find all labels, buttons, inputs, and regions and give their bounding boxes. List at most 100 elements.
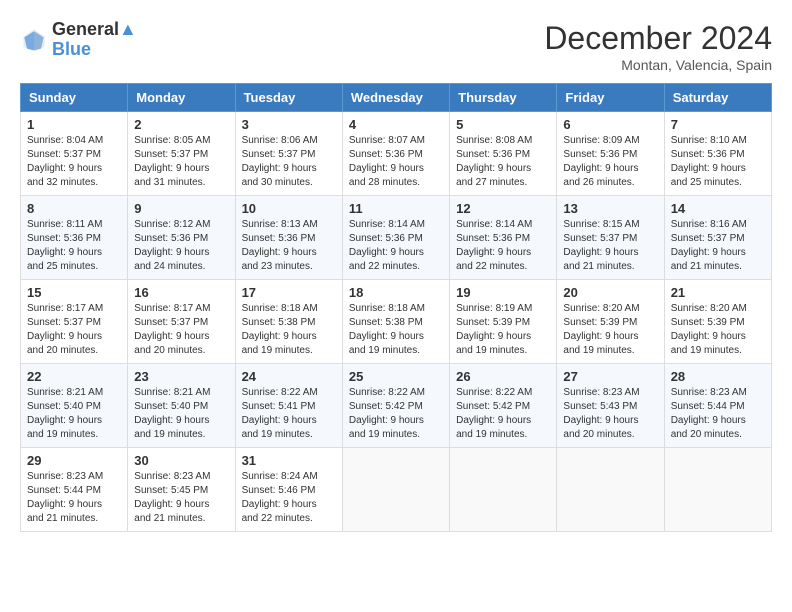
calendar-day-cell: 31 Sunrise: 8:24 AM Sunset: 5:46 PM Dayl… [235,448,342,532]
calendar-day-cell: 11 Sunrise: 8:14 AM Sunset: 5:36 PM Dayl… [342,196,449,280]
calendar-weekday-header: Saturday [664,84,771,112]
day-number: 15 [27,285,121,300]
day-info: Sunrise: 8:20 AM Sunset: 5:39 PM Dayligh… [563,302,657,358]
day-number: 30 [134,453,228,468]
day-info: Sunrise: 8:11 AM Sunset: 5:36 PM Dayligh… [27,218,121,274]
calendar-day-cell: 7 Sunrise: 8:10 AM Sunset: 5:36 PM Dayli… [664,112,771,196]
calendar-day-cell: 24 Sunrise: 8:22 AM Sunset: 5:41 PM Dayl… [235,364,342,448]
day-number: 23 [134,369,228,384]
day-number: 9 [134,201,228,216]
day-number: 13 [563,201,657,216]
day-info: Sunrise: 8:14 AM Sunset: 5:36 PM Dayligh… [349,218,443,274]
calendar-day-cell: 9 Sunrise: 8:12 AM Sunset: 5:36 PM Dayli… [128,196,235,280]
day-info: Sunrise: 8:17 AM Sunset: 5:37 PM Dayligh… [27,302,121,358]
day-info: Sunrise: 8:23 AM Sunset: 5:43 PM Dayligh… [563,386,657,442]
calendar-day-cell: 26 Sunrise: 8:22 AM Sunset: 5:42 PM Dayl… [450,364,557,448]
calendar-week-row: 1 Sunrise: 8:04 AM Sunset: 5:37 PM Dayli… [21,112,772,196]
day-info: Sunrise: 8:23 AM Sunset: 5:44 PM Dayligh… [27,470,121,526]
day-info: Sunrise: 8:15 AM Sunset: 5:37 PM Dayligh… [563,218,657,274]
day-number: 6 [563,117,657,132]
calendar-week-row: 29 Sunrise: 8:23 AM Sunset: 5:44 PM Dayl… [21,448,772,532]
calendar-day-cell: 15 Sunrise: 8:17 AM Sunset: 5:37 PM Dayl… [21,280,128,364]
calendar-day-cell: 1 Sunrise: 8:04 AM Sunset: 5:37 PM Dayli… [21,112,128,196]
calendar-day-cell: 5 Sunrise: 8:08 AM Sunset: 5:36 PM Dayli… [450,112,557,196]
calendar-day-cell: 18 Sunrise: 8:18 AM Sunset: 5:38 PM Dayl… [342,280,449,364]
day-info: Sunrise: 8:12 AM Sunset: 5:36 PM Dayligh… [134,218,228,274]
calendar-header-row: SundayMondayTuesdayWednesdayThursdayFrid… [21,84,772,112]
day-number: 21 [671,285,765,300]
calendar-day-cell: 8 Sunrise: 8:11 AM Sunset: 5:36 PM Dayli… [21,196,128,280]
calendar-day-cell: 17 Sunrise: 8:18 AM Sunset: 5:38 PM Dayl… [235,280,342,364]
day-number: 1 [27,117,121,132]
day-info: Sunrise: 8:17 AM Sunset: 5:37 PM Dayligh… [134,302,228,358]
day-number: 14 [671,201,765,216]
day-number: 29 [27,453,121,468]
calendar: SundayMondayTuesdayWednesdayThursdayFrid… [20,83,772,532]
calendar-day-cell: 19 Sunrise: 8:19 AM Sunset: 5:39 PM Dayl… [450,280,557,364]
day-info: Sunrise: 8:04 AM Sunset: 5:37 PM Dayligh… [27,134,121,190]
calendar-day-cell [450,448,557,532]
day-number: 31 [242,453,336,468]
day-info: Sunrise: 8:07 AM Sunset: 5:36 PM Dayligh… [349,134,443,190]
calendar-weekday-header: Tuesday [235,84,342,112]
calendar-week-row: 22 Sunrise: 8:21 AM Sunset: 5:40 PM Dayl… [21,364,772,448]
calendar-day-cell: 27 Sunrise: 8:23 AM Sunset: 5:43 PM Dayl… [557,364,664,448]
calendar-weekday-header: Thursday [450,84,557,112]
calendar-day-cell: 25 Sunrise: 8:22 AM Sunset: 5:42 PM Dayl… [342,364,449,448]
calendar-day-cell: 29 Sunrise: 8:23 AM Sunset: 5:44 PM Dayl… [21,448,128,532]
day-number: 16 [134,285,228,300]
day-number: 18 [349,285,443,300]
calendar-day-cell: 6 Sunrise: 8:09 AM Sunset: 5:36 PM Dayli… [557,112,664,196]
day-number: 2 [134,117,228,132]
calendar-day-cell: 2 Sunrise: 8:05 AM Sunset: 5:37 PM Dayli… [128,112,235,196]
day-number: 4 [349,117,443,132]
day-info: Sunrise: 8:05 AM Sunset: 5:37 PM Dayligh… [134,134,228,190]
calendar-day-cell: 20 Sunrise: 8:20 AM Sunset: 5:39 PM Dayl… [557,280,664,364]
day-info: Sunrise: 8:14 AM Sunset: 5:36 PM Dayligh… [456,218,550,274]
day-info: Sunrise: 8:24 AM Sunset: 5:46 PM Dayligh… [242,470,336,526]
calendar-weekday-header: Sunday [21,84,128,112]
day-info: Sunrise: 8:21 AM Sunset: 5:40 PM Dayligh… [27,386,121,442]
calendar-day-cell: 10 Sunrise: 8:13 AM Sunset: 5:36 PM Dayl… [235,196,342,280]
day-number: 26 [456,369,550,384]
calendar-day-cell [557,448,664,532]
day-info: Sunrise: 8:10 AM Sunset: 5:36 PM Dayligh… [671,134,765,190]
calendar-weekday-header: Monday [128,84,235,112]
logo-text: General▲ Blue [52,20,137,60]
day-info: Sunrise: 8:13 AM Sunset: 5:36 PM Dayligh… [242,218,336,274]
day-info: Sunrise: 8:22 AM Sunset: 5:42 PM Dayligh… [349,386,443,442]
calendar-day-cell: 21 Sunrise: 8:20 AM Sunset: 5:39 PM Dayl… [664,280,771,364]
day-number: 22 [27,369,121,384]
day-number: 20 [563,285,657,300]
day-number: 7 [671,117,765,132]
logo-icon [20,26,48,54]
day-number: 27 [563,369,657,384]
day-info: Sunrise: 8:18 AM Sunset: 5:38 PM Dayligh… [242,302,336,358]
day-info: Sunrise: 8:23 AM Sunset: 5:45 PM Dayligh… [134,470,228,526]
calendar-day-cell: 23 Sunrise: 8:21 AM Sunset: 5:40 PM Dayl… [128,364,235,448]
month-title: December 2024 [544,20,772,57]
calendar-day-cell: 13 Sunrise: 8:15 AM Sunset: 5:37 PM Dayl… [557,196,664,280]
calendar-day-cell: 16 Sunrise: 8:17 AM Sunset: 5:37 PM Dayl… [128,280,235,364]
day-number: 3 [242,117,336,132]
calendar-day-cell: 12 Sunrise: 8:14 AM Sunset: 5:36 PM Dayl… [450,196,557,280]
day-number: 25 [349,369,443,384]
day-number: 11 [349,201,443,216]
calendar-week-row: 15 Sunrise: 8:17 AM Sunset: 5:37 PM Dayl… [21,280,772,364]
day-info: Sunrise: 8:16 AM Sunset: 5:37 PM Dayligh… [671,218,765,274]
day-info: Sunrise: 8:19 AM Sunset: 5:39 PM Dayligh… [456,302,550,358]
day-number: 17 [242,285,336,300]
day-info: Sunrise: 8:06 AM Sunset: 5:37 PM Dayligh… [242,134,336,190]
day-info: Sunrise: 8:18 AM Sunset: 5:38 PM Dayligh… [349,302,443,358]
day-number: 10 [242,201,336,216]
day-info: Sunrise: 8:22 AM Sunset: 5:41 PM Dayligh… [242,386,336,442]
day-number: 8 [27,201,121,216]
calendar-day-cell: 4 Sunrise: 8:07 AM Sunset: 5:36 PM Dayli… [342,112,449,196]
page-header: General▲ Blue December 2024 Montan, Vale… [20,20,772,73]
day-info: Sunrise: 8:20 AM Sunset: 5:39 PM Dayligh… [671,302,765,358]
day-number: 12 [456,201,550,216]
day-number: 5 [456,117,550,132]
day-info: Sunrise: 8:23 AM Sunset: 5:44 PM Dayligh… [671,386,765,442]
calendar-day-cell: 28 Sunrise: 8:23 AM Sunset: 5:44 PM Dayl… [664,364,771,448]
day-number: 19 [456,285,550,300]
